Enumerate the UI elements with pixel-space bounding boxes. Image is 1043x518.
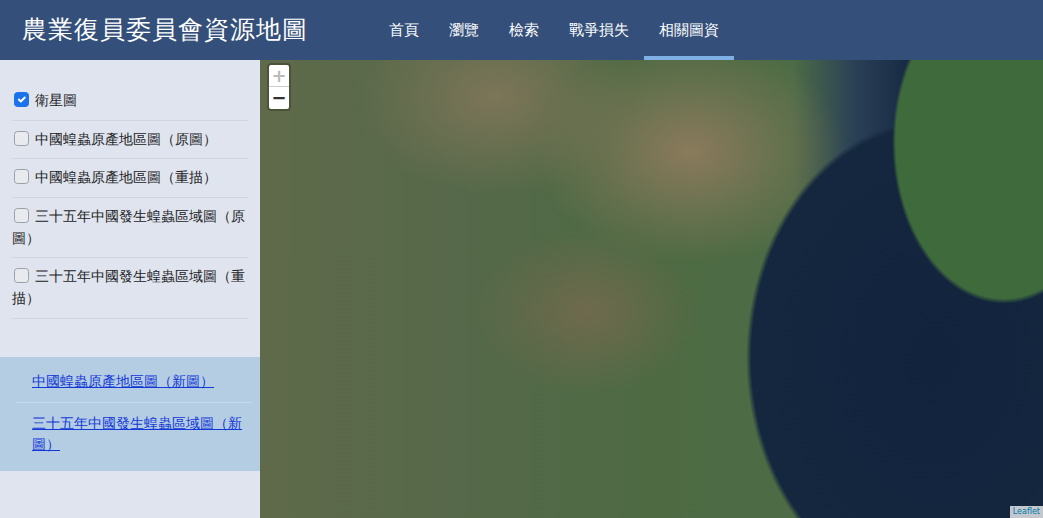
layer-list: 衛星圖中國蝗蟲原產地區圖（原圖） 中國蝗蟲原產地區圖（重描） 三十五年中國發生蝗蟲區…	[0, 60, 260, 319]
layer-checkbox[interactable]	[14, 131, 29, 146]
nav-tab-label[interactable]: 相關圖資	[659, 19, 719, 42]
site-title[interactable]: 農業復員委員會資源地圖	[0, 11, 308, 49]
layer-item: 中國蝗蟲原產地區圖（重描）	[12, 159, 248, 198]
layer-label[interactable]: 中國蝗蟲原產地區圖（原圖）	[35, 131, 217, 147]
header-bar: 農業復員委員會資源地圖 首頁 瀏覽 檢索 戰爭損失 相關圖資	[0, 0, 1043, 60]
map-link-item: 三十五年中國發生蝗蟲區域圖（新圖）	[16, 403, 252, 465]
layer-item: 衛星圖	[12, 82, 248, 121]
zoom-out-button[interactable]: −	[269, 87, 289, 109]
nav-tab[interactable]: 戰爭損失	[554, 0, 644, 60]
nav-tab[interactable]: 相關圖資	[644, 0, 734, 60]
layer-checkbox[interactable]	[14, 169, 29, 184]
nav-tab[interactable]: 瀏覽	[434, 0, 494, 60]
main-nav: 首頁 瀏覽 檢索 戰爭損失 相關圖資	[374, 0, 734, 60]
layer-label[interactable]: 三十五年中國發生蝗蟲區域圖（原圖）	[12, 208, 245, 246]
map-link[interactable]: 三十五年中國發生蝗蟲區域圖（新圖）	[32, 415, 242, 452]
layer-item: 三十五年中國發生蝗蟲區域圖（原圖）	[12, 198, 248, 258]
layer-label[interactable]: 中國蝗蟲原產地區圖（重描）	[35, 169, 217, 185]
nav-tab-label[interactable]: 戰爭損失	[569, 19, 629, 42]
satellite-map[interactable]: + − Leaflet	[260, 60, 1043, 518]
map-link-item: 中國蝗蟲原產地區圖（新圖）	[16, 361, 252, 403]
zoom-in-button[interactable]: +	[269, 65, 289, 87]
layer-checkbox[interactable]	[14, 268, 29, 283]
nav-tab-label[interactable]: 檢索	[509, 19, 539, 42]
nav-tab[interactable]: 首頁	[374, 0, 434, 60]
map-attribution[interactable]: Leaflet	[1010, 506, 1043, 518]
layer-item: 三十五年中國發生蝗蟲區域圖（重描）	[12, 258, 248, 318]
link-box: 中國蝗蟲原產地區圖（新圖） 三十五年中國發生蝗蟲區域圖（新圖）	[0, 357, 260, 471]
layer-checkbox[interactable]	[14, 92, 29, 107]
zoom-control: + −	[267, 63, 291, 111]
layer-label[interactable]: 三十五年中國發生蝗蟲區域圖（重描）	[12, 268, 245, 306]
nav-tab[interactable]: 檢索	[494, 0, 554, 60]
nav-tab-label[interactable]: 瀏覽	[449, 19, 479, 42]
layer-checkbox[interactable]	[14, 208, 29, 223]
layer-item: 中國蝗蟲原產地區圖（原圖）	[12, 121, 248, 160]
layer-label[interactable]: 衛星圖	[35, 92, 77, 108]
map-link[interactable]: 中國蝗蟲原產地區圖（新圖）	[32, 373, 214, 389]
nav-tab-label[interactable]: 首頁	[389, 19, 419, 42]
sidebar: 衛星圖中國蝗蟲原產地區圖（原圖） 中國蝗蟲原產地區圖（重描） 三十五年中國發生蝗蟲區…	[0, 60, 260, 518]
